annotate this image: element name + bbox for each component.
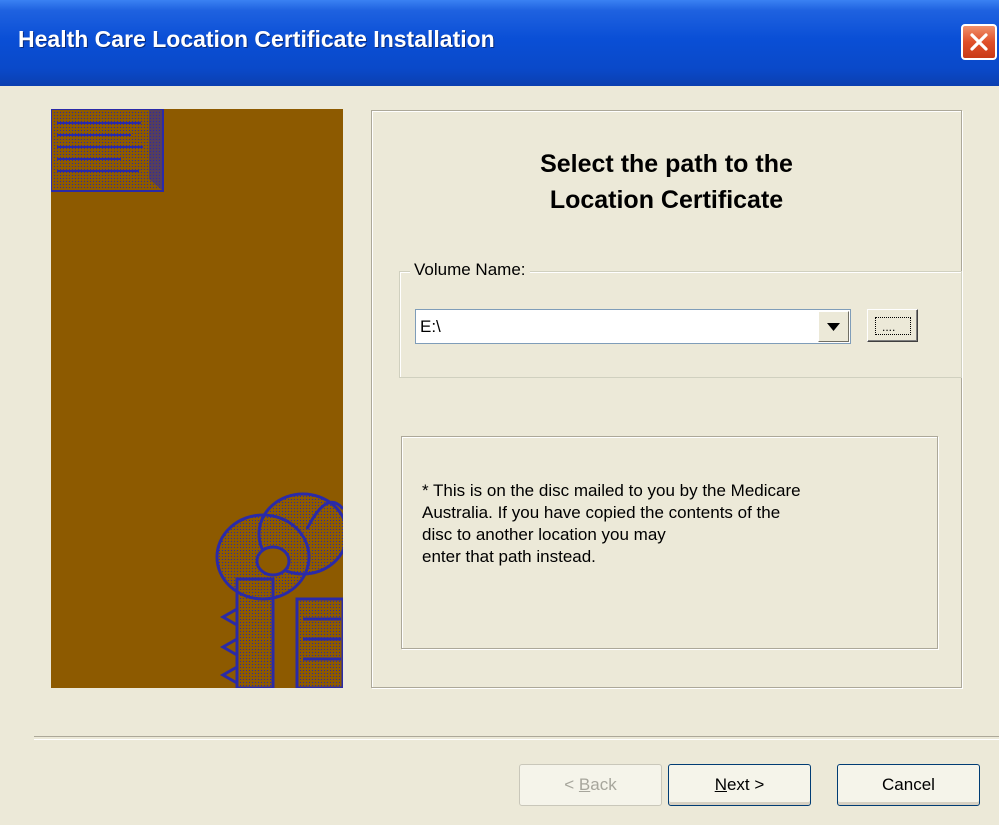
button-separator bbox=[34, 736, 999, 740]
note-line-4: enter that path instead. bbox=[422, 547, 596, 566]
cancel-label: Cancel bbox=[882, 775, 935, 794]
browse-focus-rect: .... bbox=[875, 317, 911, 335]
back-mnemonic: B bbox=[578, 775, 591, 794]
volume-combobox[interactable]: E:\ bbox=[415, 309, 851, 344]
close-icon bbox=[970, 33, 988, 51]
next-button[interactable]: Next > bbox=[668, 764, 811, 806]
heading-line-1: Select the path to the bbox=[540, 150, 793, 178]
browse-label: .... bbox=[882, 320, 896, 334]
wizard-illustration bbox=[51, 109, 343, 688]
title-bar[interactable]: Health Care Location Certificate Install… bbox=[0, 0, 999, 86]
cancel-button[interactable]: Cancel bbox=[837, 764, 980, 806]
keys-icon bbox=[215, 492, 343, 688]
note-line-1: * This is on the disc mailed to you by t… bbox=[422, 481, 801, 500]
heading-line-2: Location Certificate bbox=[549, 186, 784, 214]
close-button[interactable] bbox=[961, 24, 997, 60]
next-rest: ext > bbox=[726, 775, 765, 794]
back-prefix: < bbox=[564, 775, 579, 794]
note-text: * This is on the disc mailed to you by t… bbox=[422, 480, 932, 568]
card-icon bbox=[51, 109, 164, 192]
keys-and-card-illustration bbox=[51, 109, 343, 688]
chevron-down-icon bbox=[827, 323, 840, 331]
note-line-2: Australia. If you have copied the conten… bbox=[422, 503, 781, 522]
note-line-3: disc to another location you may bbox=[422, 525, 666, 544]
volume-value: E:\ bbox=[420, 317, 441, 336]
back-button[interactable]: < Back bbox=[519, 764, 662, 806]
dropdown-arrow-button[interactable] bbox=[818, 311, 849, 342]
next-mnemonic: N bbox=[714, 775, 727, 794]
page-heading: Select the path to the Location Certific… bbox=[371, 146, 962, 218]
back-rest: ack bbox=[590, 775, 617, 794]
window-title: Health Care Location Certificate Install… bbox=[18, 26, 495, 52]
volume-group-label: Volume Name: bbox=[410, 260, 530, 280]
browse-button[interactable]: .... bbox=[867, 309, 918, 342]
